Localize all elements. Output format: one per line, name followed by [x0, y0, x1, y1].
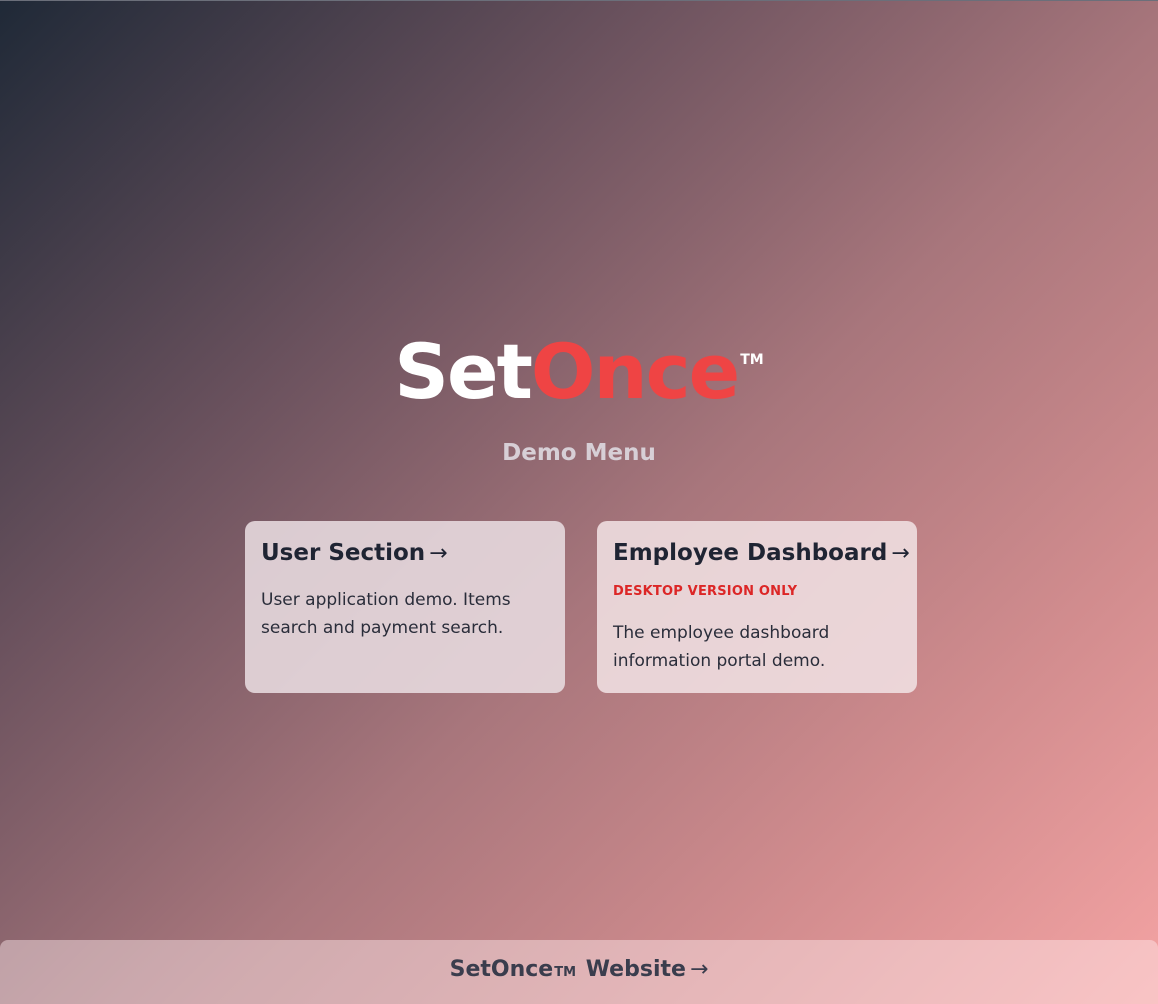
- employee-dashboard-description: The employee dashboard information porta…: [613, 623, 830, 671]
- arrow-right-icon: →: [891, 541, 910, 566]
- employee-dashboard-title: Employee Dashboard: [613, 540, 888, 566]
- page-title: Demo Menu: [502, 440, 656, 466]
- arrow-right-icon: →: [689, 957, 709, 982]
- logo-trademark: TM: [740, 352, 764, 368]
- top-border: [0, 0, 1158, 1]
- footer-brand: SetOnce: [449, 957, 554, 982]
- user-section-title: User Section: [261, 540, 426, 566]
- desktop-only-badge: DESKTOP VERSION ONLY: [613, 584, 798, 599]
- website-link[interactable]: SetOnceTM Website →: [450, 957, 709, 982]
- user-section-card[interactable]: User Section → User application demo. Ite…: [245, 521, 565, 693]
- logo-text-set: Set: [394, 327, 533, 416]
- footer-trademark: TM: [554, 965, 577, 980]
- user-section-description: User application demo. Items search and …: [261, 590, 511, 638]
- website-link-bar[interactable]: SetOnceTM Website →: [0, 940, 1158, 1004]
- footer-label: Website: [585, 957, 686, 982]
- arrow-right-icon: →: [429, 541, 448, 566]
- logo-text-once: Once: [530, 327, 740, 416]
- card-title: User Section →: [261, 537, 549, 570]
- brand-logo: SetOnce TM: [0, 315, 1158, 417]
- employee-dashboard-card[interactable]: Employee Dashboard → DESKTOP VERSION ONLY…: [597, 521, 917, 693]
- card-title: Employee Dashboard →: [613, 537, 910, 570]
